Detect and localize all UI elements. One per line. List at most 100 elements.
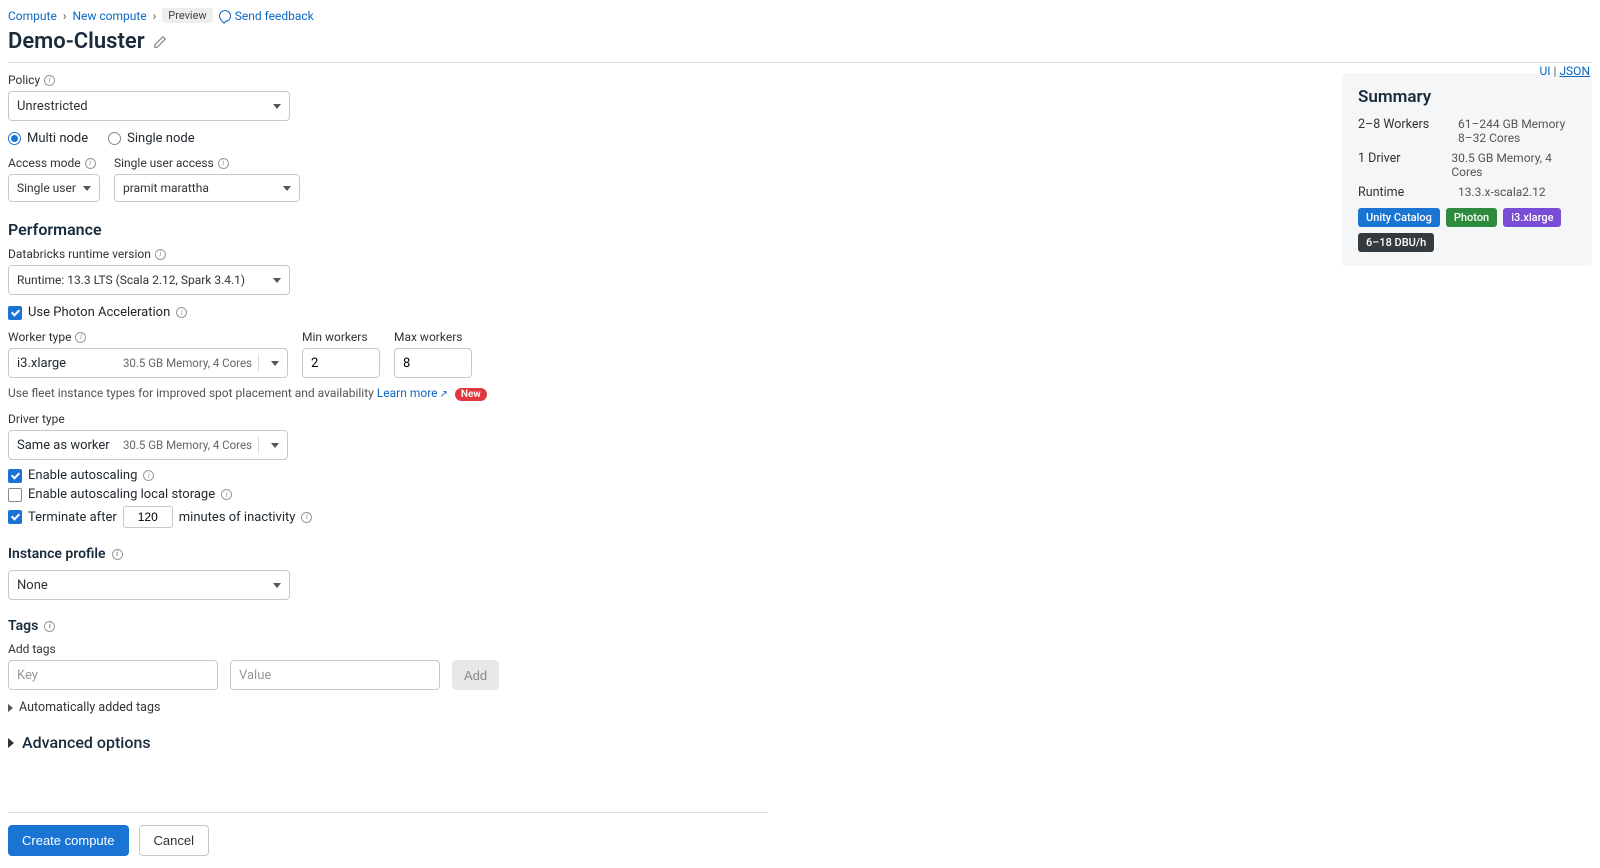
- external-link-icon: ↗: [440, 389, 448, 400]
- summary-runtime-key: Runtime: [1358, 185, 1448, 200]
- enable-autoscaling-label: Enable autoscaling: [28, 468, 137, 483]
- max-workers-input[interactable]: [394, 348, 472, 378]
- enable-autoscaling-storage-checkbox[interactable]: Enable autoscaling local storage: [8, 487, 768, 502]
- unity-catalog-badge: Unity Catalog: [1358, 208, 1440, 227]
- learn-more-link[interactable]: Learn more↗: [377, 386, 448, 400]
- access-mode-select[interactable]: Single user: [8, 174, 100, 202]
- summary-workers-key: 2–8 Workers: [1358, 117, 1448, 145]
- terminate-after-checkbox[interactable]: [8, 510, 22, 524]
- auto-tags-label: Automatically added tags: [19, 700, 160, 715]
- chevron-down-icon: [273, 104, 281, 109]
- min-workers-input[interactable]: [302, 348, 380, 378]
- performance-heading: Performance: [8, 220, 768, 239]
- summary-runtime-value: 13.3.x-scala2.12: [1458, 185, 1546, 200]
- info-icon[interactable]: [301, 512, 312, 523]
- view-json-link[interactable]: JSON: [1559, 64, 1590, 78]
- summary-panel: Summary 2–8 Workers 61–244 GB Memory 8–3…: [1342, 73, 1592, 266]
- driver-type-select[interactable]: Same as worker 30.5 GB Memory, 4 Cores: [8, 430, 288, 460]
- instance-profile-select[interactable]: None: [8, 570, 290, 600]
- multi-node-label: Multi node: [27, 131, 88, 146]
- tag-key-input[interactable]: [8, 660, 218, 690]
- chevron-down-icon: [271, 361, 279, 366]
- terminate-suffix: minutes of inactivity: [179, 510, 296, 525]
- chevron-right-icon: [8, 704, 13, 712]
- add-tags-label: Add tags: [8, 642, 768, 656]
- breadcrumb: Compute › New compute › Preview Send fee…: [8, 8, 1592, 23]
- policy-select[interactable]: Unrestricted: [8, 91, 290, 121]
- info-icon[interactable]: [85, 158, 96, 169]
- view-ui-link[interactable]: UI: [1540, 64, 1551, 78]
- worker-type-meta: 30.5 GB Memory, 4 Cores: [123, 356, 252, 370]
- advanced-options-expander[interactable]: Advanced options: [8, 733, 768, 752]
- info-icon[interactable]: [44, 75, 55, 86]
- chevron-right-icon: [8, 738, 14, 748]
- dbu-badge: 6–18 DBU/h: [1358, 233, 1434, 252]
- advanced-options-label: Advanced options: [22, 733, 151, 752]
- tag-value-input[interactable]: [230, 660, 440, 690]
- access-mode-value: Single user: [17, 181, 76, 195]
- info-icon[interactable]: [221, 489, 232, 500]
- runtime-label: Databricks runtime version: [8, 247, 151, 261]
- worker-type-value: i3.xlarge: [17, 356, 66, 371]
- auto-tags-expander[interactable]: Automatically added tags: [8, 700, 768, 715]
- tags-heading: Tags: [8, 618, 38, 634]
- info-icon[interactable]: [218, 158, 229, 169]
- fleet-hint-text: Use fleet instance types for improved sp…: [8, 386, 374, 400]
- info-icon[interactable]: [155, 249, 166, 260]
- breadcrumb-new-compute[interactable]: New compute: [72, 9, 146, 23]
- send-feedback-link[interactable]: Send feedback: [219, 9, 314, 23]
- info-icon[interactable]: [112, 549, 123, 560]
- access-mode-label: Access mode: [8, 156, 81, 170]
- enable-autoscaling-storage-label: Enable autoscaling local storage: [28, 487, 215, 502]
- enable-autoscaling-checkbox[interactable]: Enable autoscaling: [8, 468, 768, 483]
- single-user-select[interactable]: pramit marattha: [114, 174, 300, 202]
- summary-driver-key: 1 Driver: [1358, 151, 1441, 179]
- policy-value: Unrestricted: [17, 99, 88, 114]
- runtime-select[interactable]: Runtime: 13.3 LTS (Scala 2.12, Spark 3.4…: [8, 265, 290, 295]
- preview-pill: Preview: [162, 8, 212, 23]
- runtime-value: Runtime: 13.3 LTS (Scala 2.12, Spark 3.4…: [17, 273, 245, 287]
- summary-driver-value: 30.5 GB Memory, 4 Cores: [1451, 151, 1576, 179]
- min-workers-label: Min workers: [302, 330, 380, 344]
- new-badge: New: [455, 388, 487, 401]
- edit-icon[interactable]: [153, 35, 167, 49]
- view-toggle: UI | JSON: [1540, 64, 1591, 78]
- info-icon[interactable]: [75, 332, 86, 343]
- worker-type-label: Worker type: [8, 330, 71, 344]
- breadcrumb-sep: ›: [153, 9, 157, 23]
- single-user-label: Single user access: [114, 156, 214, 170]
- driver-type-label: Driver type: [8, 412, 290, 426]
- info-icon[interactable]: [176, 307, 187, 318]
- chevron-down-icon: [273, 278, 281, 283]
- max-workers-label: Max workers: [394, 330, 472, 344]
- instance-profile-value: None: [17, 578, 48, 593]
- create-compute-button[interactable]: Create compute: [8, 825, 129, 856]
- summary-heading: Summary: [1358, 87, 1576, 107]
- photon-checkbox[interactable]: Use Photon Acceleration: [8, 305, 768, 320]
- photon-badge: Photon: [1446, 208, 1497, 227]
- driver-type-meta: 30.5 GB Memory, 4 Cores: [123, 438, 252, 452]
- single-node-radio[interactable]: Single node: [108, 131, 194, 146]
- page-title: Demo-Cluster: [8, 29, 145, 54]
- driver-type-value: Same as worker: [17, 438, 110, 453]
- info-icon[interactable]: [143, 470, 154, 481]
- breadcrumb-compute[interactable]: Compute: [8, 9, 57, 23]
- chevron-down-icon: [273, 583, 281, 588]
- info-icon[interactable]: [44, 621, 55, 632]
- single-node-label: Single node: [127, 131, 194, 146]
- breadcrumb-sep: ›: [63, 9, 67, 23]
- instance-type-badge: i3.xlarge: [1503, 208, 1561, 227]
- chevron-down-icon: [83, 186, 91, 191]
- chat-icon: [219, 10, 231, 22]
- summary-workers-memory: 61–244 GB Memory: [1458, 117, 1565, 131]
- terminate-minutes-input[interactable]: [123, 506, 173, 528]
- cancel-button[interactable]: Cancel: [139, 825, 209, 856]
- instance-profile-heading: Instance profile: [8, 546, 106, 562]
- add-tag-button[interactable]: Add: [452, 660, 499, 690]
- summary-workers-cores: 8–32 Cores: [1458, 131, 1565, 145]
- multi-node-radio[interactable]: Multi node: [8, 131, 88, 146]
- worker-type-select[interactable]: i3.xlarge 30.5 GB Memory, 4 Cores: [8, 348, 288, 378]
- photon-label: Use Photon Acceleration: [28, 305, 170, 320]
- single-user-value: pramit marattha: [123, 181, 209, 195]
- send-feedback-label: Send feedback: [235, 9, 314, 23]
